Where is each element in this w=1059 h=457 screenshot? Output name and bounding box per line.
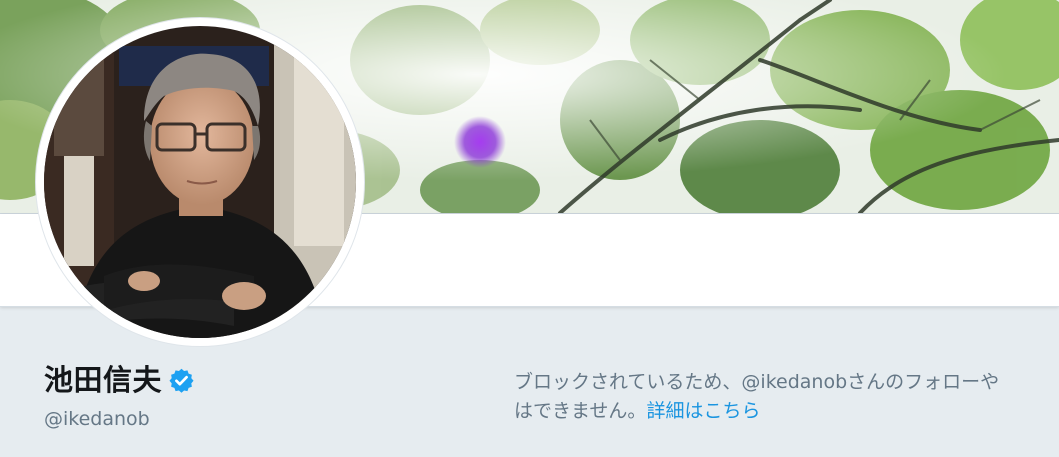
profile-name-row: 池田信夫 (44, 362, 195, 398)
learn-more-link[interactable]: 詳細はこちら (646, 400, 760, 422)
blocked-notice-line2-text: はできません。 (514, 400, 647, 422)
blocked-notice: ブロックされているため、@ikedanobさんのフォローや はできません。詳細は… (514, 368, 1059, 426)
profile-page: 池田信夫 @ikedanob ブロックされているため、@ikedanobさんのフ… (0, 0, 1059, 457)
blocked-notice-line2: はできません。詳細はこちら (514, 397, 1059, 426)
blocked-notice-line1: ブロックされているため、@ikedanobさんのフォローや (514, 371, 1000, 393)
profile-display-name[interactable]: 池田信夫 (44, 362, 162, 398)
verified-badge-icon (168, 367, 195, 394)
profile-handle[interactable]: @ikedanob (44, 406, 150, 432)
avatar[interactable] (44, 26, 356, 338)
